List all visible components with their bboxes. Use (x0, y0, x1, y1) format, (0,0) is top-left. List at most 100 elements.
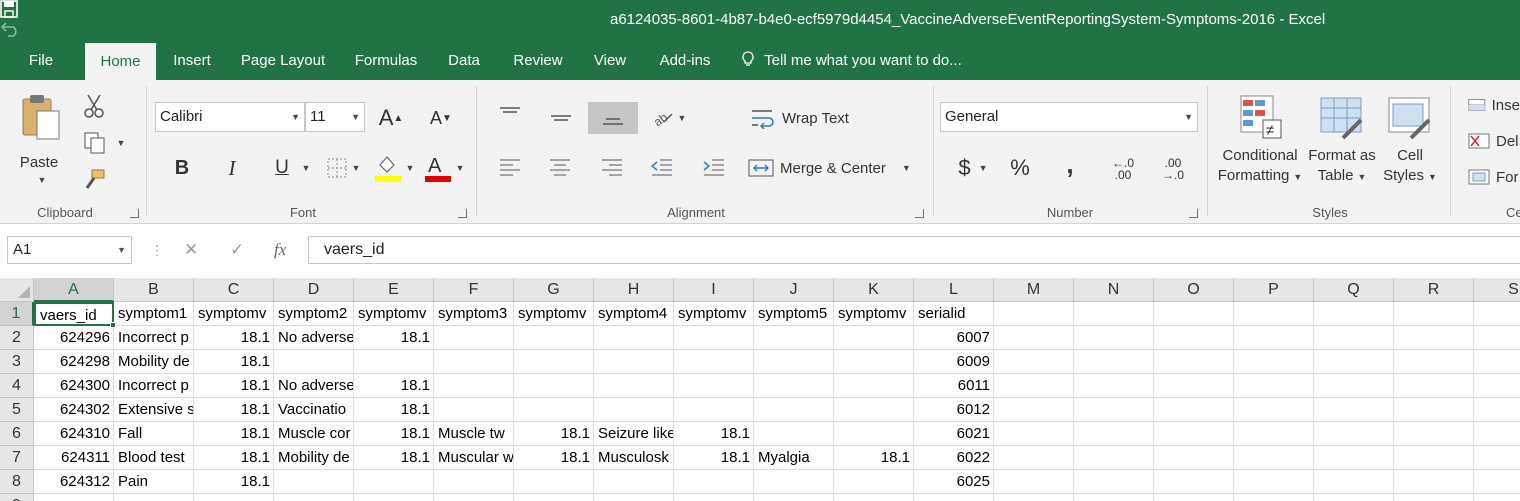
cell-e9[interactable] (354, 494, 434, 501)
cell-r4[interactable] (1394, 374, 1474, 398)
cell-k3[interactable] (834, 350, 914, 374)
cell-s7[interactable] (1474, 446, 1520, 470)
cell-b5[interactable]: Extensive s (114, 398, 194, 422)
cell-n8[interactable] (1074, 470, 1154, 494)
column-header-s[interactable]: S (1474, 278, 1520, 302)
cell-k1[interactable]: symptomv (834, 302, 914, 326)
cell-m8[interactable] (994, 470, 1074, 494)
cell-l7[interactable]: 6022 (914, 446, 994, 470)
cell-a6[interactable]: 624310 (34, 422, 114, 446)
cell-c5[interactable]: 18.1 (194, 398, 274, 422)
cell-a8[interactable]: 624312 (34, 470, 114, 494)
copy-icon[interactable]: ▼ (78, 130, 130, 156)
cell-f5[interactable] (434, 398, 514, 422)
cell-l6[interactable]: 6021 (914, 422, 994, 446)
cell-e5[interactable]: 18.1 (354, 398, 434, 422)
cell-l5[interactable]: 6012 (914, 398, 994, 422)
fill-color-icon[interactable]: ▼ (372, 152, 416, 184)
cell-r3[interactable] (1394, 350, 1474, 374)
cell-f4[interactable] (434, 374, 514, 398)
cell-k5[interactable] (834, 398, 914, 422)
cell-l9[interactable] (914, 494, 994, 501)
column-header-b[interactable]: B (114, 278, 194, 302)
cell-b4[interactable]: Incorrect p (114, 374, 194, 398)
cell-k2[interactable] (834, 326, 914, 350)
cell-d1[interactable]: symptom2 (274, 302, 354, 326)
cell-d6[interactable]: Muscle cor (274, 422, 354, 446)
paste-button-label[interactable]: Paste (14, 152, 64, 172)
cell-b2[interactable]: Incorrect p (114, 326, 194, 350)
row-header-5[interactable]: 5 (0, 398, 34, 422)
cell-d5[interactable]: Vaccinatio (274, 398, 354, 422)
cell-k7[interactable]: 18.1 (834, 446, 914, 470)
cell-f3[interactable] (434, 350, 514, 374)
cell-d4[interactable]: No adverse (274, 374, 354, 398)
insert-function-icon[interactable]: fx (274, 240, 286, 260)
tab-data[interactable]: Data (444, 42, 484, 80)
cell-q3[interactable] (1314, 350, 1394, 374)
format-cells-button[interactable]: For (1468, 164, 1520, 190)
cell-p6[interactable] (1234, 422, 1314, 446)
cell-q1[interactable] (1314, 302, 1394, 326)
align-center-icon[interactable] (544, 154, 576, 182)
cell-g7[interactable]: 18.1 (514, 446, 594, 470)
cell-g5[interactable] (514, 398, 594, 422)
column-header-d[interactable]: D (274, 278, 354, 302)
cell-l4[interactable]: 6011 (914, 374, 994, 398)
cell-r8[interactable] (1394, 470, 1474, 494)
cell-f6[interactable]: Muscle tw (434, 422, 514, 446)
cell-e1[interactable]: symptomv (354, 302, 434, 326)
cell-i8[interactable] (674, 470, 754, 494)
cell-b9[interactable] (114, 494, 194, 501)
cell-h7[interactable]: Musculosk (594, 446, 674, 470)
align-right-icon[interactable] (596, 154, 628, 182)
fill-handle[interactable] (110, 322, 116, 328)
cell-s2[interactable] (1474, 326, 1520, 350)
cell-j4[interactable] (754, 374, 834, 398)
insert-cells-button[interactable]: Inse (1468, 92, 1520, 118)
cell-q6[interactable] (1314, 422, 1394, 446)
cell-g9[interactable] (514, 494, 594, 501)
cell-c9[interactable] (194, 494, 274, 501)
column-header-g[interactable]: G (514, 278, 594, 302)
cell-b3[interactable]: Mobility de (114, 350, 194, 374)
cell-m9[interactable] (994, 494, 1074, 501)
cell-g2[interactable] (514, 326, 594, 350)
merge-center-button[interactable]: Merge & Center ▼ (748, 154, 918, 182)
cell-b6[interactable]: Fall (114, 422, 194, 446)
cell-g3[interactable] (514, 350, 594, 374)
formula-input[interactable]: vaers_id (308, 236, 1520, 264)
cell-n5[interactable] (1074, 398, 1154, 422)
cell-m3[interactable] (994, 350, 1074, 374)
cell-k8[interactable] (834, 470, 914, 494)
cell-s4[interactable] (1474, 374, 1520, 398)
column-header-j[interactable]: J (754, 278, 834, 302)
decrease-indent-icon[interactable] (646, 154, 678, 182)
cell-g8[interactable] (514, 470, 594, 494)
cell-p5[interactable] (1234, 398, 1314, 422)
tab-home[interactable]: Home (85, 43, 156, 80)
cell-p7[interactable] (1234, 446, 1314, 470)
shrink-font-icon[interactable]: A ▼ (426, 104, 456, 132)
row-header-8[interactable]: 8 (0, 470, 34, 494)
cell-q4[interactable] (1314, 374, 1394, 398)
cell-a7[interactable]: 624311 (34, 446, 114, 470)
cell-h2[interactable] (594, 326, 674, 350)
cell-m6[interactable] (994, 422, 1074, 446)
cell-o3[interactable] (1154, 350, 1234, 374)
font-size-combo[interactable]: 11 ▼ (305, 102, 365, 132)
column-header-p[interactable]: P (1234, 278, 1314, 302)
tab-add-ins[interactable]: Add-ins (654, 42, 716, 80)
column-header-a[interactable]: A (34, 278, 114, 302)
tab-insert[interactable]: Insert (168, 42, 216, 80)
tab-page-layout[interactable]: Page Layout (238, 42, 328, 80)
confirm-formula-icon[interactable]: ✓ (230, 240, 244, 260)
cell-q2[interactable] (1314, 326, 1394, 350)
cell-s9[interactable] (1474, 494, 1520, 501)
cell-p9[interactable] (1234, 494, 1314, 501)
cell-h5[interactable] (594, 398, 674, 422)
column-header-m[interactable]: M (994, 278, 1074, 302)
row-header-6[interactable]: 6 (0, 422, 34, 446)
cell-h8[interactable] (594, 470, 674, 494)
cell-n4[interactable] (1074, 374, 1154, 398)
